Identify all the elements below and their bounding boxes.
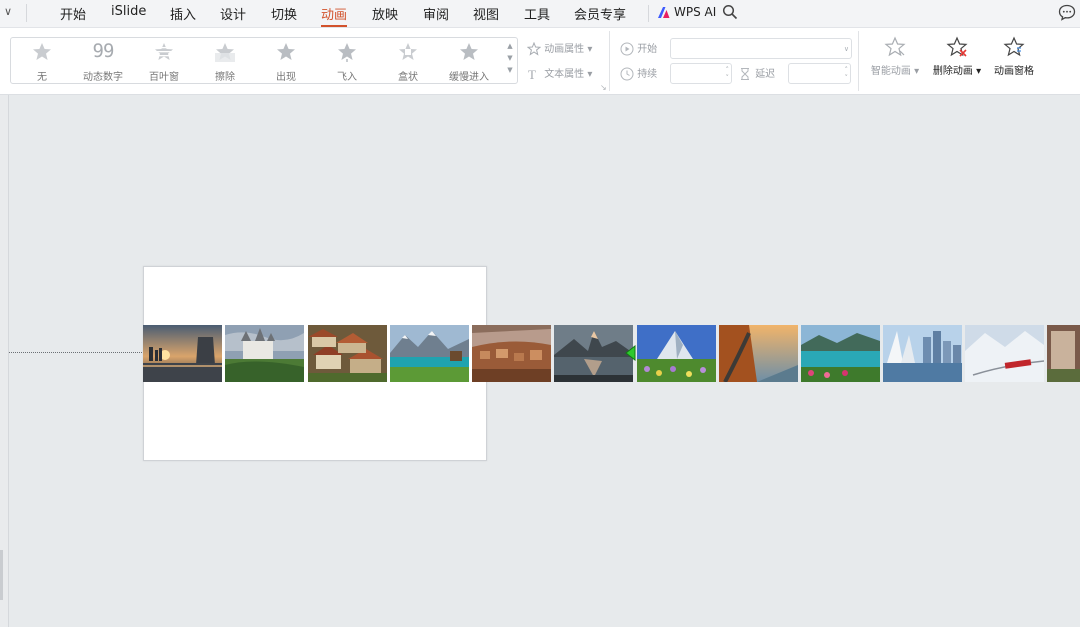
animation-gallery: 无 99 动态数字 百叶窗 擦除 出现 飞入 盒状 缓慢进入 ▲ ▼ ▼ xyxy=(10,37,518,84)
animation-pane-label: 动画窗格 xyxy=(994,66,1034,77)
blinds-star-icon xyxy=(154,43,174,60)
animation-slow-enter[interactable]: 缓慢进入 xyxy=(439,38,499,83)
animation-label: 动态数字 xyxy=(83,72,123,83)
menu-divider xyxy=(648,5,649,22)
thumbnail-rail[interactable] xyxy=(0,95,9,627)
tab-insert[interactable]: 插入 xyxy=(170,4,196,23)
photo-matterhorn-reflection[interactable] xyxy=(554,325,633,382)
duration-label: 持续 xyxy=(637,69,658,80)
animation-blinds[interactable]: 百叶窗 xyxy=(134,38,194,83)
animation-dynamic-number[interactable]: 99 动态数字 xyxy=(73,38,133,83)
menu-divider xyxy=(26,4,27,22)
chat-bubble-icon[interactable] xyxy=(1058,4,1076,21)
rail-resize-handle[interactable] xyxy=(0,550,3,600)
wps-ai-button[interactable]: WPS AI xyxy=(674,5,716,19)
photo-turquoise-lake[interactable] xyxy=(801,325,880,382)
ribbon-divider xyxy=(609,31,610,91)
animation-pane-star-icon xyxy=(1003,36,1025,57)
photo-snow-train[interactable] xyxy=(965,325,1044,382)
animation-properties-icon xyxy=(526,41,542,56)
smart-animation-star-icon xyxy=(884,36,906,57)
text-properties-button[interactable]: T 文本属性 ▾ xyxy=(527,65,592,82)
tab-home[interactable]: 开始 xyxy=(60,4,86,23)
photo-castle[interactable] xyxy=(225,325,304,382)
box-star-icon xyxy=(399,43,417,60)
photo-hillside-town[interactable] xyxy=(472,325,551,382)
tab-design[interactable]: 设计 xyxy=(220,4,246,23)
chevron-down-icon: ∨ xyxy=(843,45,849,53)
delete-animation-button[interactable]: 删除动画 ▾ xyxy=(928,36,986,77)
animation-properties-button[interactable]: 动画属性 ▾ xyxy=(526,40,592,56)
tab-view[interactable]: 视图 xyxy=(473,4,499,23)
delay-label-group: 延迟 xyxy=(738,65,775,81)
animation-label: 出现 xyxy=(276,72,296,83)
gallery-scroll-arrows[interactable]: ▲ ▼ ▼ xyxy=(504,40,516,81)
animation-pane-button[interactable]: 动画窗格 xyxy=(990,36,1038,77)
photo-city-skyline[interactable] xyxy=(883,325,962,382)
start-dropdown[interactable]: ∨ xyxy=(670,38,852,59)
group-expander-icon[interactable]: ↘ xyxy=(600,83,607,92)
wps-ai-logo-icon[interactable] xyxy=(657,6,671,19)
dynamic-number-icon: 99 xyxy=(92,40,115,62)
duration-stepper[interactable]: ˄ ˅ xyxy=(670,63,732,84)
tab-islide[interactable]: iSlide xyxy=(111,4,146,19)
smart-animation-button[interactable]: 智能动画 ▾ xyxy=(866,36,924,77)
start-label: 开始 xyxy=(637,44,658,55)
wipe-star-icon xyxy=(215,43,235,62)
animation-label: 飞入 xyxy=(337,72,357,83)
tab-slideshow[interactable]: 放映 xyxy=(372,4,398,23)
hourglass-icon xyxy=(741,68,749,80)
photo-alpine-flowers[interactable] xyxy=(637,325,716,382)
clock-icon xyxy=(620,67,634,81)
animation-label: 缓慢进入 xyxy=(449,72,489,83)
delete-star-icon xyxy=(946,36,968,57)
photo-mountain-lake[interactable] xyxy=(390,325,469,382)
text-properties-label: 文本属性 xyxy=(544,69,585,80)
stepper-arrows-icon: ˄ ˅ xyxy=(725,66,730,82)
tab-member[interactable]: 会员专享 xyxy=(574,4,626,23)
animation-fly-in[interactable]: 飞入 xyxy=(317,38,377,83)
star-icon xyxy=(277,43,295,60)
ribbon-divider xyxy=(858,31,859,91)
animation-label: 擦除 xyxy=(215,72,235,83)
star-icon xyxy=(460,43,478,60)
photo-coastal-road[interactable] xyxy=(719,325,798,382)
motion-path-start-marker[interactable] xyxy=(625,345,636,361)
duration-label-group: 持续 xyxy=(620,65,657,81)
animation-appear[interactable]: 出现 xyxy=(256,38,316,83)
delete-animation-label: 删除动画 ▾ xyxy=(932,66,982,77)
stepper-arrows-icon: ˄ ˅ xyxy=(844,66,849,82)
animation-label: 百叶窗 xyxy=(149,72,179,83)
photo-partial[interactable] xyxy=(1047,325,1080,382)
photo-singapore-sunset[interactable] xyxy=(143,325,222,382)
delay-label: 延迟 xyxy=(755,69,776,80)
motion-path-line xyxy=(9,352,144,353)
photo-strip[interactable] xyxy=(143,325,1080,382)
animation-wipe[interactable]: 擦除 xyxy=(195,38,255,83)
search-icon[interactable] xyxy=(722,4,738,20)
animation-label: 盒状 xyxy=(398,72,418,83)
menu-bar: ∨ 开始 iSlide 插入 设计 切换 动画 放映 审阅 视图 工具 会员专享… xyxy=(0,0,1080,28)
animation-box[interactable]: 盒状 xyxy=(378,38,438,83)
smart-animation-label: 智能动画 ▾ xyxy=(870,66,920,77)
text-properties-icon: T xyxy=(528,67,536,82)
collapse-ribbon-chevron-icon[interactable]: ∨ xyxy=(4,5,12,18)
animation-properties-label: 动画属性 xyxy=(544,44,585,55)
photo-village-rooftops[interactable] xyxy=(308,325,387,382)
fly-in-star-icon xyxy=(338,43,356,62)
tab-review[interactable]: 审阅 xyxy=(423,4,449,23)
animation-label: 无 xyxy=(37,72,47,83)
star-icon xyxy=(33,43,51,60)
animation-ribbon: 无 99 动态数字 百叶窗 擦除 出现 飞入 盒状 缓慢进入 ▲ ▼ ▼ 动画属… xyxy=(0,28,1080,95)
play-circle-icon xyxy=(620,42,634,56)
tab-animation[interactable]: 动画 xyxy=(321,4,348,27)
svg-text:T: T xyxy=(528,67,536,81)
start-label-group: 开始 xyxy=(620,40,657,56)
tab-transition[interactable]: 切换 xyxy=(271,4,297,23)
tab-tools[interactable]: 工具 xyxy=(524,4,550,23)
delay-stepper[interactable]: ˄ ˅ xyxy=(788,63,851,84)
animation-none[interactable]: 无 xyxy=(12,38,72,83)
